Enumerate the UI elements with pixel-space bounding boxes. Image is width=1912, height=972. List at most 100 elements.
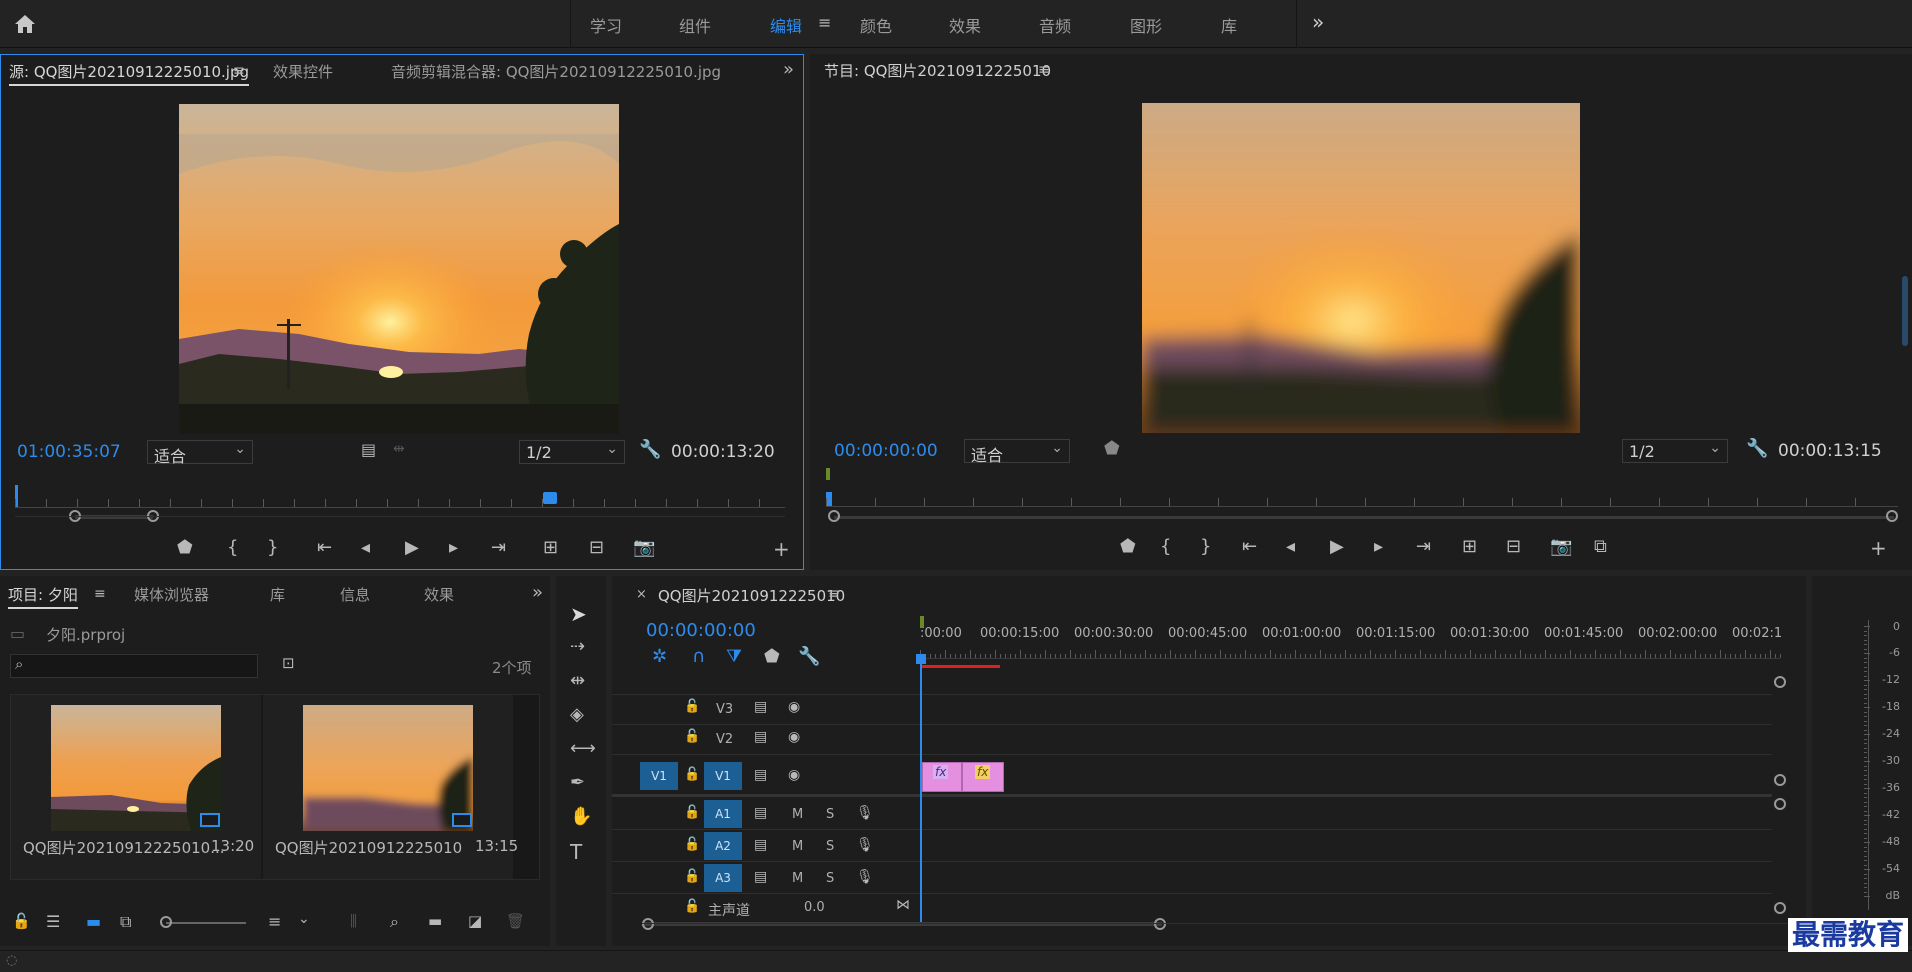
toggle-output-eye-icon[interactable]: ◉ [788,768,800,782]
nav-edit[interactable]: 编辑 [770,13,802,37]
track-select-tool-icon[interactable]: ⇢ [570,638,585,656]
drag-video-icon[interactable]: ▤ [361,442,376,458]
track-lock-icon[interactable]: 🔓 [684,870,700,883]
program-playhead-timecode[interactable]: 00:00:00:00 [834,441,938,461]
nest-toggle-icon[interactable]: ✲ [652,648,667,666]
export-frame-icon[interactable]: 📷 [633,539,655,557]
thumbnail-size-handle[interactable] [160,916,172,928]
nav-libraries[interactable]: 库 [1221,13,1237,37]
sync-lock-icon[interactable]: ▤ [754,768,767,782]
program-step-forward-icon[interactable]: ▸ [1374,538,1383,556]
timeline-vscroll-handle[interactable] [1774,902,1786,914]
timeline-timecode[interactable]: 00:00:00:00 [646,620,756,641]
sort-dropdown-icon[interactable]: ⌄ [298,912,310,926]
sync-lock-icon[interactable]: ▤ [754,870,767,884]
workspace-menu-icon[interactable]: ≡ [818,15,831,31]
track-label-v3[interactable]: V3 [716,702,733,717]
tab-audio-clip-mixer[interactable]: 音频剪辑混合器: QQ图片20210912225010.jpg [391,61,721,82]
sync-lock-icon[interactable]: ▤ [754,730,767,744]
solo-button[interactable]: S [826,839,834,854]
toggle-output-eye-icon[interactable]: ◉ [788,730,800,744]
nav-audio[interactable]: 音频 [1039,13,1071,37]
source-playhead-timecode[interactable]: 01:00:35:07 [17,442,121,462]
step-back-icon[interactable]: ◂ [361,539,370,557]
program-add-button-icon[interactable]: + [1870,538,1887,558]
nav-assembly[interactable]: 组件 [679,13,711,37]
project-search-box[interactable]: ⌕ [10,654,258,678]
track-lock-icon[interactable]: 🔓 [684,768,700,781]
program-zoom-select[interactable]: 适合 [964,439,1070,465]
step-forward-icon[interactable]: ▸ [449,539,458,557]
tab-effects[interactable]: 效果 [424,584,454,605]
toggle-output-eye-icon[interactable]: ◉ [788,700,800,714]
nav-effects[interactable]: 效果 [949,13,981,37]
track-label-v2[interactable]: V2 [716,732,733,747]
tab-source[interactable]: 源: QQ图片20210912225010.jpg [9,61,250,86]
timeline-vscroll-handle[interactable] [1774,676,1786,688]
find-bottom-icon[interactable]: ⌕ [390,914,399,930]
close-sequence-icon[interactable]: × [636,588,647,601]
new-bin-icon[interactable]: ▬ [428,914,442,929]
project-item-card[interactable]: QQ图片20210912225010 13:15 [263,695,518,879]
time-ruler[interactable]: :00:00 00:00:15:00 00:00:30:00 00:00:45:… [920,616,1782,670]
program-export-frame-icon[interactable]: 📷 [1550,538,1572,556]
icon-view-icon[interactable]: ▬ [86,914,101,930]
go-to-end-icon[interactable]: ⋈ [896,898,910,912]
timeline-vscroll-handle[interactable] [1774,798,1786,810]
linked-selection-icon[interactable]: ⧩ [726,648,742,666]
lock-icon[interactable]: 🔓 [12,914,31,929]
automate-icon[interactable]: ⫼ [350,914,357,929]
new-item-icon[interactable]: ◪ [468,914,482,929]
slip-tool-icon[interactable]: ⟷ [570,740,596,758]
timeline-settings-icon[interactable]: 🔧 [798,648,820,666]
sequence-menu-icon[interactable]: ≡ [828,587,840,601]
home-icon[interactable] [14,14,36,34]
mute-button[interactable]: M [792,871,803,886]
master-volume-value[interactable]: 0.0 [804,900,825,915]
drag-audio-icon[interactable]: ⇹ [393,442,405,456]
timeline-vscroll-handle[interactable] [1774,774,1786,786]
program-play-icon[interactable]: ▶ [1330,538,1344,556]
nav-more-button[interactable]: » [1312,10,1324,34]
program-step-back-icon[interactable]: ◂ [1286,538,1295,556]
source-menu-icon[interactable]: ≡ [233,64,245,78]
source-ruler[interactable] [15,507,785,508]
program-mark-in-icon[interactable]: { [1160,538,1171,556]
nav-learn[interactable]: 学习 [590,13,622,37]
video-clip[interactable]: fx [962,762,1004,792]
track-lock-icon[interactable]: 🔓 [684,806,700,819]
timeline-playhead-head[interactable] [916,654,926,664]
snap-icon[interactable]: ∩ [692,648,705,666]
mute-button[interactable]: M [792,839,803,854]
nav-color[interactable]: 颜色 [860,13,892,37]
mark-out-icon[interactable]: } [267,539,278,557]
find-icon[interactable]: ⊡ [282,656,295,671]
track-lock-icon[interactable]: 🔓 [684,838,700,851]
work-area-bar[interactable] [920,665,1000,668]
tab-info[interactable]: 信息 [340,584,370,605]
program-resolution-select[interactable]: 1/2 [1622,439,1728,463]
source-resolution-select[interactable]: 1/2 [519,440,625,464]
program-add-marker-icon[interactable]: ⬟ [1120,538,1136,556]
project-item-card[interactable]: QQ图片20210912225010... 13:20 [11,695,261,879]
source-settings-wrench-icon[interactable]: 🔧 [639,441,661,459]
insert-icon[interactable]: ⊞ [543,539,558,557]
track-target-a1[interactable]: A1 [704,800,742,828]
add-marker-icon[interactable]: ⬟ [177,539,193,557]
timeline-hscroll-left[interactable] [642,918,654,930]
voice-over-mic-icon[interactable]: 🎙 [856,806,874,820]
track-lock-icon[interactable]: 🔓 [684,730,700,743]
sync-lock-icon[interactable]: ▤ [754,700,767,714]
timeline-hscroll-right[interactable] [1154,918,1166,930]
track-target-v1[interactable]: V1 [704,762,742,790]
program-scroll-handle[interactable] [1902,276,1908,346]
delete-icon[interactable]: 🗑 [506,914,525,929]
list-view-icon[interactable]: ☰ [46,914,60,930]
program-mark-out-icon[interactable]: } [1200,538,1211,556]
video-clip[interactable]: fx [922,762,962,792]
track-lock-icon[interactable]: 🔓 [684,700,700,713]
tab-libraries[interactable]: 库 [270,584,285,605]
source-zoom-select[interactable]: 适合 [147,440,253,466]
solo-button[interactable]: S [826,807,834,822]
play-icon[interactable]: ▶ [405,539,419,557]
